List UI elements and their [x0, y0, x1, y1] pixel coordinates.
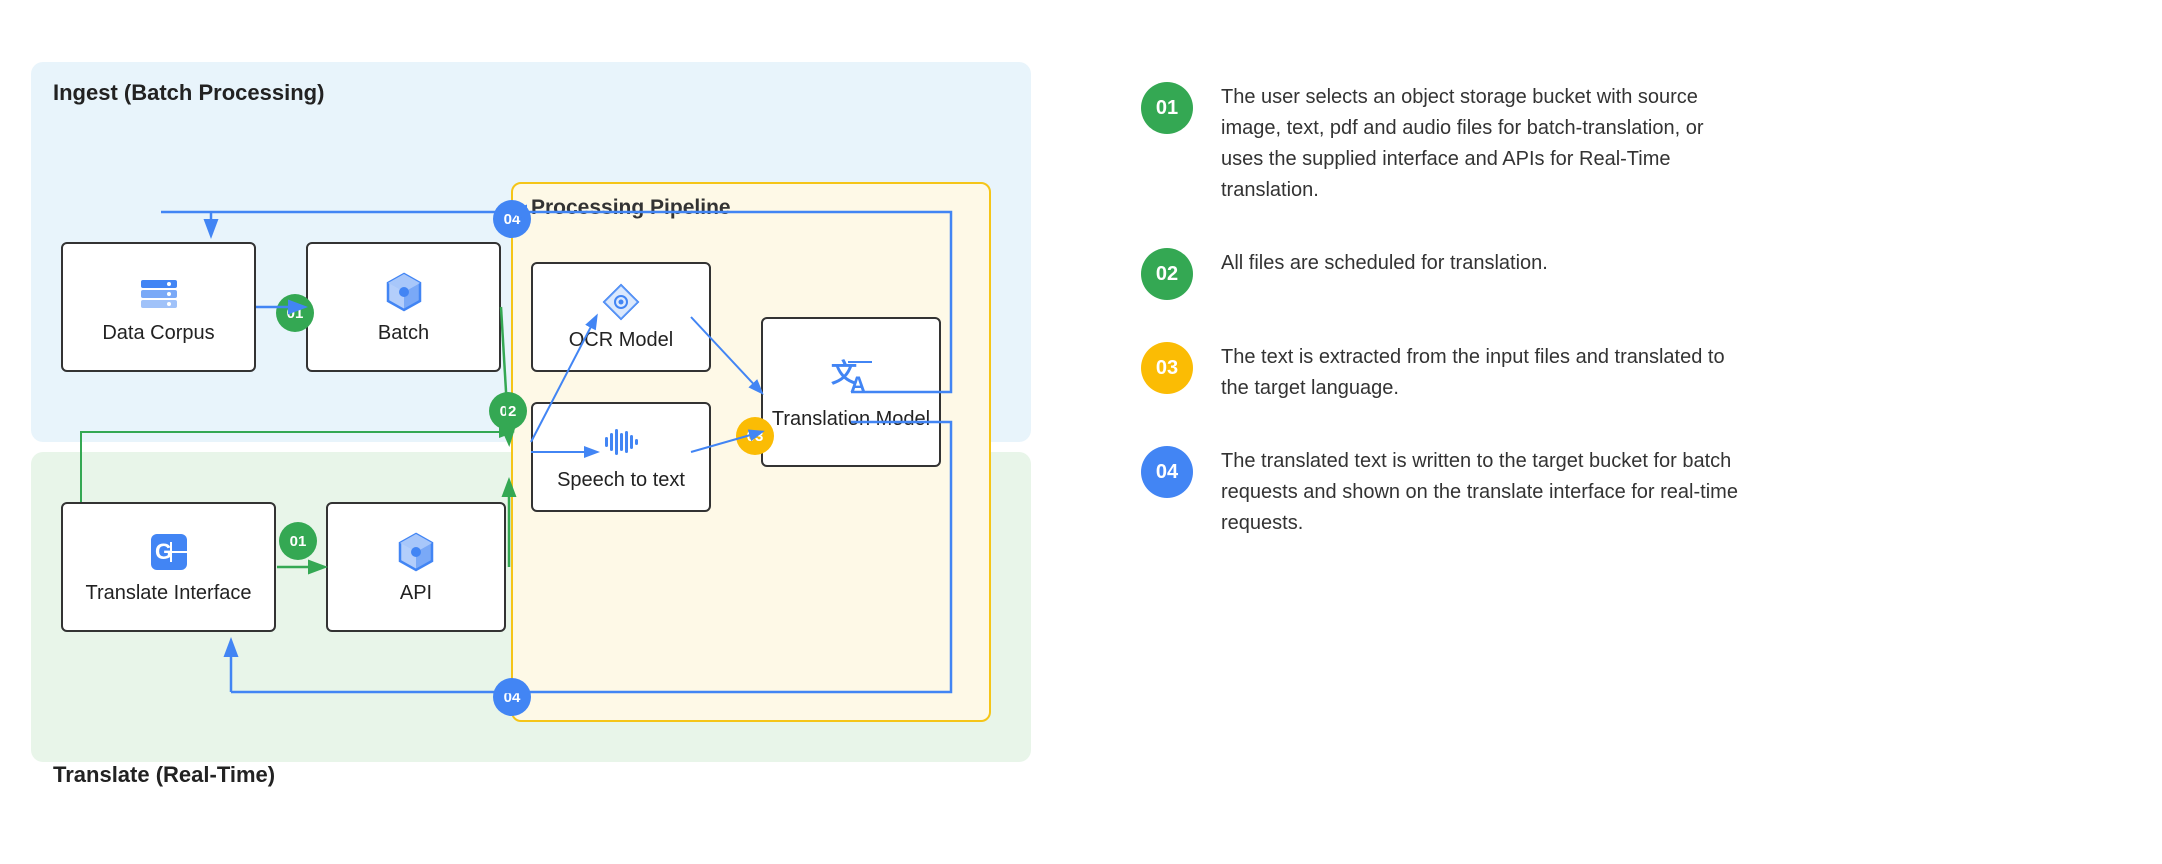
data-corpus-icon	[137, 270, 181, 314]
translate-label: Translate (Real-Time)	[53, 762, 275, 788]
legend-badge-03: 03	[1141, 342, 1193, 394]
api-label: API	[400, 582, 432, 605]
legend-item-3: 03 The text is extracted from the input …	[1141, 342, 2131, 404]
diagram-badge-03: 03	[736, 417, 774, 455]
translate-interface-label: Translate Interface	[85, 582, 251, 605]
diagram-badge-02: 02	[489, 392, 527, 430]
ocr-icon	[602, 283, 640, 321]
legend-text-02: All files are scheduled for translation.	[1221, 248, 1548, 279]
diagram-badge-04-bottom: 04	[493, 678, 531, 716]
api-box: API	[326, 502, 506, 632]
speech-label: Speech to text	[557, 469, 685, 492]
ingest-label: Ingest (Batch Processing)	[53, 80, 324, 106]
legend-text-04: The translated text is written to the ta…	[1221, 446, 1741, 539]
legend-item-1: 01 The user selects an object storage bu…	[1141, 82, 2131, 206]
legend-text-03: The text is extracted from the input fil…	[1221, 342, 1741, 404]
translation-model-label: Translation Model	[772, 408, 930, 431]
batch-box: Batch	[306, 242, 501, 372]
data-corpus-box: Data Corpus	[61, 242, 256, 372]
legend-badge-01: 01	[1141, 82, 1193, 134]
legend-item-4: 04 The translated text is written to the…	[1141, 446, 2131, 539]
speech-icon	[602, 423, 640, 461]
ocr-label: OCR Model	[569, 329, 673, 352]
legend-badge-04: 04	[1141, 446, 1193, 498]
legend: 01 The user selects an object storage bu…	[1141, 62, 2131, 539]
translation-icon: 文 A	[828, 354, 874, 400]
diagram-badge-01-batch: 01	[276, 294, 314, 332]
main-container: Processing Pipeline Ingest (Batch Proces…	[31, 42, 2131, 822]
translate-interface-box: G Translate Interface	[61, 502, 276, 632]
pipeline-label: Processing Pipeline	[531, 196, 731, 220]
translate-interface-icon: G	[147, 530, 191, 574]
translation-model-box: 文 A Translation Model	[761, 317, 941, 467]
legend-item-2: 02 All files are scheduled for translati…	[1141, 248, 2131, 300]
architecture-diagram: Processing Pipeline Ingest (Batch Proces…	[31, 62, 1081, 802]
speech-to-text-box: Speech to text	[531, 402, 711, 512]
legend-text-01: The user selects an object storage bucke…	[1221, 82, 1741, 206]
data-corpus-label: Data Corpus	[102, 322, 214, 345]
diagram-badge-04-top: 04	[493, 200, 531, 238]
api-icon	[394, 530, 438, 574]
legend-badge-02: 02	[1141, 248, 1193, 300]
ocr-model-box: OCR Model	[531, 262, 711, 372]
batch-label: Batch	[378, 322, 429, 345]
batch-icon	[382, 270, 426, 314]
diagram-badge-01-translate: 01	[279, 522, 317, 560]
svg-text:A: A	[850, 372, 866, 397]
